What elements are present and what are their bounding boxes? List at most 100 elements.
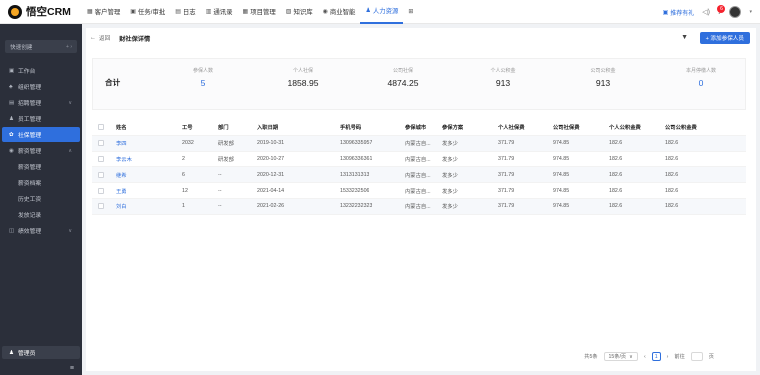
summary-stat-value: 4874.25 — [387, 78, 419, 88]
table-cell: 发多少 — [442, 172, 458, 179]
row-checkbox[interactable] — [98, 203, 104, 210]
column-header[interactable]: 个人公积金费 — [609, 123, 641, 131]
sidebar-item-4[interactable]: ✿ 社保管理 — [2, 127, 80, 142]
column-header[interactable]: 姓名 — [116, 123, 127, 131]
table-row[interactable]: 李云木 2 研发部 2020-10-27 13096336361 内蒙古自... 发多少 37… — [92, 152, 746, 168]
row-checkbox[interactable] — [98, 171, 104, 178]
employee-name-link[interactable]: 李四 — [116, 139, 127, 147]
nav-item-3[interactable]: ▥ 通讯录 — [201, 0, 238, 24]
sidebar-item-3[interactable]: ♟ 员工管理 — [0, 111, 82, 126]
column-header[interactable]: 部门 — [218, 123, 229, 131]
nav-item-5[interactable]: ▧ 知识库 — [281, 0, 318, 24]
row-checkbox[interactable] — [98, 187, 104, 194]
table-cell: 182.6 — [609, 155, 623, 162]
row-checkbox[interactable] — [98, 140, 104, 147]
next-page-icon[interactable]: › — [667, 354, 669, 360]
nav-item-6[interactable]: ◉ 商业智能 — [318, 0, 361, 24]
table-cell: 1 — [182, 203, 185, 210]
chevron-down-icon[interactable]: ▾ — [749, 9, 752, 15]
sidebar-subitem-2[interactable]: 历史工资 — [0, 191, 82, 206]
filter-icon[interactable]: ▼ — [681, 34, 688, 41]
table-cell: 研发部 — [218, 156, 234, 163]
summary-stat-label: 公司社保 — [392, 68, 413, 74]
table-cell: 2021-02-26 — [257, 203, 285, 210]
table-cell: 182.6 — [665, 155, 679, 162]
sidebar-item-label: 招聘管理 — [18, 101, 42, 107]
sidebar-item-0[interactable]: ▣ 工作台 — [0, 63, 82, 78]
back-label: 返回 — [99, 36, 111, 42]
row-checkbox[interactable] — [98, 155, 104, 162]
employee-name-link[interactable]: 李云木 — [116, 155, 132, 163]
page-number-current[interactable]: 1 — [651, 352, 661, 361]
table-cell: 974.85 — [553, 155, 570, 162]
table-cell: 974.85 — [553, 203, 570, 210]
sidebar-item-2[interactable]: ▤ 招聘管理 ∨ — [0, 95, 82, 110]
back-button[interactable]: ← 返回 — [90, 34, 110, 42]
nav-item-1[interactable]: ▣ 任务/审批 — [125, 0, 170, 24]
nav-item-label: 通讯录 — [213, 9, 233, 16]
sidebar-icon: ♟ — [9, 115, 15, 122]
nav-item-2[interactable]: ▤ 日志 — [170, 0, 200, 24]
sidebar-item-performance[interactable]: ◫ 绩效管理 ∨ — [0, 223, 82, 238]
table-row[interactable]: 王勇 12 -- 2021-04-14 1533232506 内蒙古自... 发多少 371.… — [92, 183, 746, 199]
employee-name-link[interactable]: 王勇 — [116, 187, 127, 195]
arrow-left-icon: ← — [90, 35, 96, 41]
nav-item-4[interactable]: ▦ 项目管理 — [238, 0, 281, 24]
nav-item-0[interactable]: ▦ 客户管理 — [82, 0, 125, 24]
sound-icon[interactable]: ◁) — [702, 8, 710, 16]
sidebar-subitem-3[interactable]: 发放记录 — [0, 207, 82, 222]
table-row[interactable]: 刘白 1 -- 2021-02-26 13232232323 内蒙古自... 发多少 371.… — [92, 198, 746, 215]
table-cell: 371.79 — [498, 203, 515, 210]
nav-item-label: 商业智能 — [329, 9, 356, 16]
table-row[interactable]: 李四 2032 研发部 2019-10-31 13096335957 内蒙古自... 发多少… — [92, 135, 746, 152]
table-cell: 2020-10-27 — [257, 155, 285, 162]
column-header[interactable]: 入职日期 — [257, 123, 278, 131]
nav-icon: ▦ — [87, 9, 93, 15]
table-cell: 内蒙古自... — [405, 172, 431, 179]
sidebar-item-1[interactable]: ♣ 组织管理 — [0, 79, 82, 94]
quick-create-button[interactable]: 快速创建 + › — [5, 40, 77, 53]
summary-stat-label: 参保人数 — [192, 68, 213, 74]
column-header[interactable]: 参保方案 — [442, 123, 463, 131]
page-size-select[interactable]: 15条/页 ∨ — [603, 352, 638, 361]
table-cell: 182.6 — [609, 171, 623, 178]
table-cell: 13096335957 — [340, 140, 373, 147]
sidebar-item-label: 组织管理 — [18, 85, 42, 91]
avatar[interactable] — [729, 6, 742, 18]
table-cell: 182.6 — [609, 203, 623, 210]
sidebar-icon: ▣ — [9, 67, 15, 74]
summary-stat: 公司社保 4874.25 — [363, 65, 443, 88]
sidebar-icon: ▤ — [9, 99, 15, 106]
nav-icon: ▥ — [205, 9, 212, 15]
sidebar-subitem-0[interactable]: 薪资管理 — [0, 159, 82, 174]
sidebar-subitem-1[interactable]: 薪资档案 — [0, 175, 82, 190]
gift-link[interactable]: ▣ 推荐有礼 — [663, 8, 695, 17]
sidebar: 快速创建 + › ▣ 工作台 ♣ 组织管理 ▤ 招聘管理 ∨ ♟ 员工管理 ✿ 社保管理 ◉ 薪资管理 ∧… — [0, 24, 82, 375]
column-header[interactable]: 参保城市 — [405, 123, 426, 131]
admin-button[interactable]: ♟ 管理员 — [2, 346, 80, 359]
table-row[interactable]: 继希 6 -- 2020-12-31 1313131313 内蒙古自... 发多少 371.7… — [92, 167, 746, 184]
employee-name-link[interactable]: 刘白 — [116, 202, 127, 210]
employee-name-link[interactable]: 继希 — [116, 171, 127, 179]
brand-logo[interactable]: 悟空CRM — [0, 4, 82, 19]
bell-icon[interactable]: ♪6 — [717, 4, 726, 16]
column-header[interactable]: 公司公积金费 — [665, 123, 697, 131]
sidebar-item-5[interactable]: ◉ 薪资管理 ∧ — [0, 143, 82, 158]
column-header[interactable]: 工号 — [182, 123, 193, 131]
column-header[interactable]: 手机号码 — [340, 123, 361, 131]
page-header: ← 返回 财社保详情 ▼ + 添加参保人员 — [86, 28, 756, 48]
nav-item-7[interactable]: ♟ 人力资源 — [360, 0, 404, 24]
column-header[interactable]: 公司社保费 — [553, 123, 580, 131]
sidebar-icon: ✿ — [9, 131, 14, 138]
table-cell: 1533232506 — [340, 187, 370, 194]
collapse-sidebar-icon[interactable]: ≡ — [0, 361, 82, 375]
add-insured-button[interactable]: + 添加参保人员 — [699, 32, 750, 44]
goto-page-input[interactable] — [690, 352, 703, 361]
summary-stat: 个人公积金 913 — [463, 65, 543, 88]
admin-label: 管理员 — [18, 351, 36, 357]
column-header[interactable]: 个人社保费 — [498, 123, 525, 131]
nav-item-8[interactable]: ⊞ — [403, 0, 420, 24]
summary-stat-label: 个人公积金 — [490, 68, 516, 74]
prev-page-icon[interactable]: ‹ — [644, 354, 646, 360]
select-all-checkbox[interactable] — [98, 124, 104, 131]
